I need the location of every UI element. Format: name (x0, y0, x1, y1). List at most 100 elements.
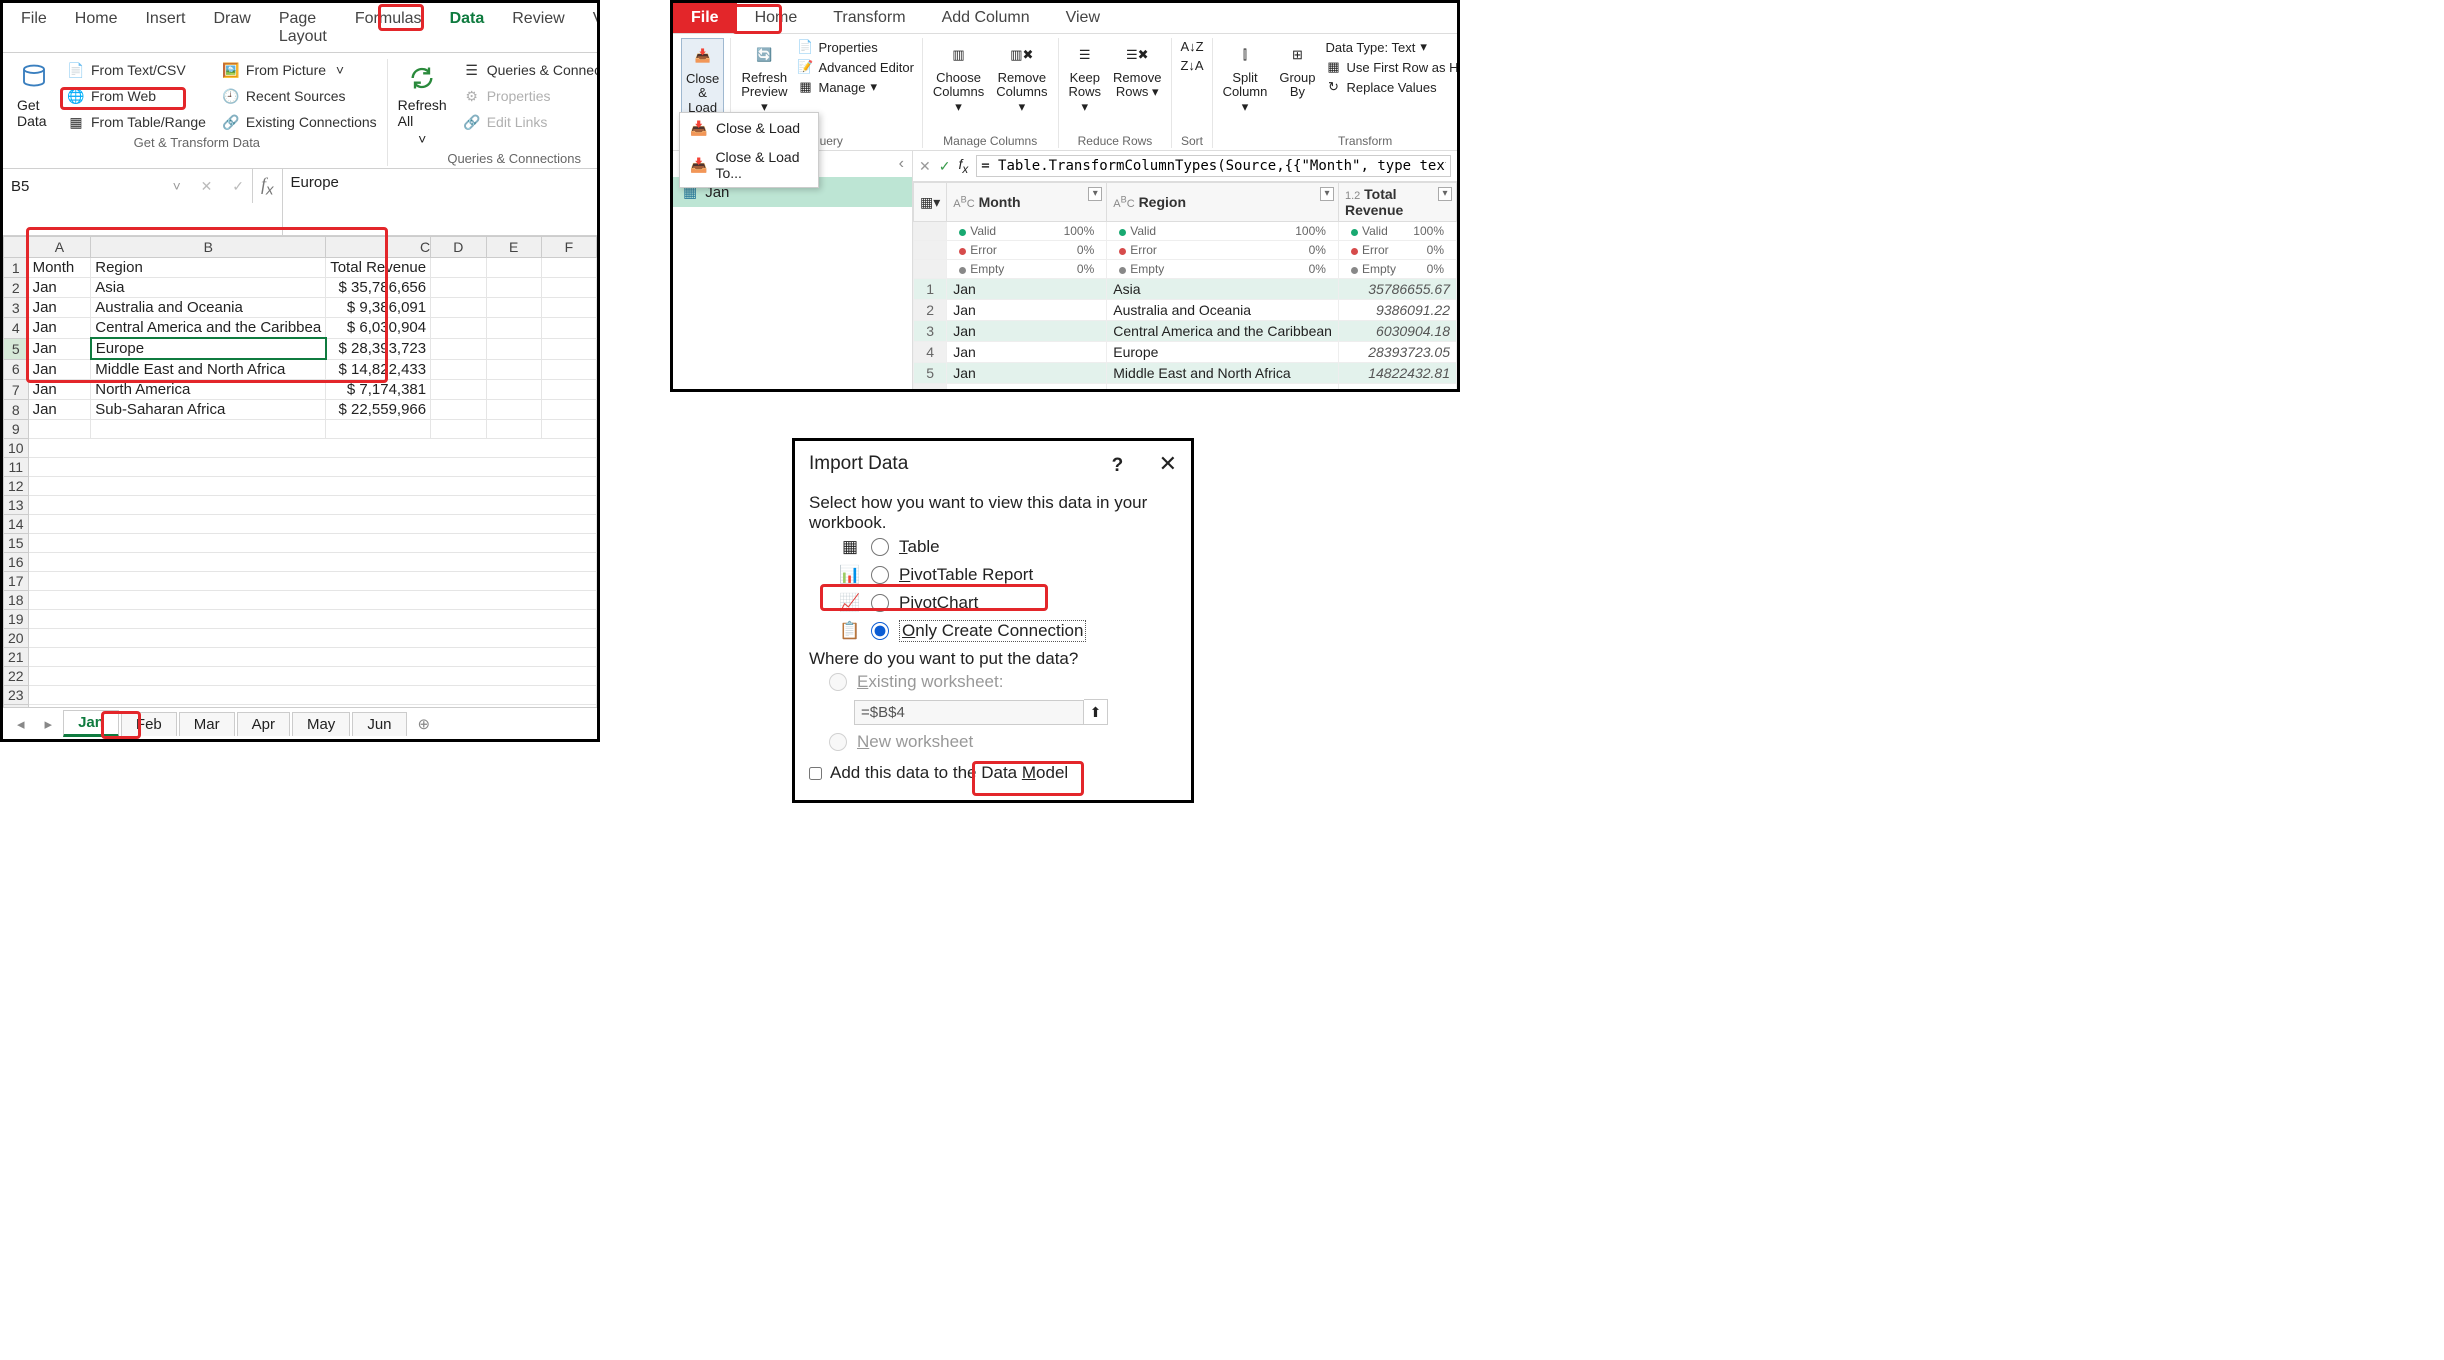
sheet-tab-mar[interactable]: Mar (179, 712, 235, 736)
checkbox-data-model[interactable] (809, 767, 822, 780)
radio-table-label[interactable]: Table (899, 537, 940, 557)
replace-values-button[interactable]: ↻Replace Values (1324, 78, 1461, 96)
advanced-editor-button[interactable]: 📝Advanced Editor (796, 58, 916, 76)
first-row-headers-button[interactable]: ▦Use First Row as Headers ▾ (1324, 58, 1461, 76)
data-type-button[interactable]: Data Type: Text ▾ (1324, 38, 1461, 56)
col-region[interactable]: ABC Region▾ (1107, 183, 1339, 222)
from-web-button[interactable]: 🌐From Web (63, 85, 210, 107)
sheet-tab-may[interactable]: May (292, 712, 350, 736)
manage-button[interactable]: ▦Manage ▾ (796, 78, 916, 96)
radio-table[interactable] (871, 538, 889, 556)
chevron-down-icon[interactable]: ▾ (1320, 187, 1334, 201)
tab-data[interactable]: Data (436, 6, 499, 52)
enter-icon[interactable]: ✓ (232, 178, 244, 195)
pq-tab-view[interactable]: View (1048, 3, 1118, 33)
choose-columns-button[interactable]: ▥ChooseColumns ▾ (929, 38, 988, 116)
cell[interactable]: Total Revenue (326, 258, 431, 278)
tab-page-layout[interactable]: Page Layout (265, 6, 341, 52)
cell[interactable]: Month (28, 258, 91, 278)
tab-view[interactable]: View (579, 6, 600, 52)
pq-tab-transform[interactable]: Transform (815, 3, 923, 33)
tab-draw[interactable]: Draw (199, 6, 264, 52)
fx-icon[interactable]: fx (253, 169, 282, 204)
pivot-icon: 📊 (839, 564, 861, 586)
pq-tab-add-column[interactable]: Add Column (924, 3, 1048, 33)
close-load-menu-item[interactable]: 📥Close & Load (680, 113, 818, 143)
existing-connections-button[interactable]: 🔗Existing Connections (218, 111, 381, 133)
radio-only-connection[interactable] (871, 622, 889, 640)
recent-sources-button[interactable]: 🕘Recent Sources (218, 85, 381, 107)
radio-pivot-label[interactable]: PivotTable Report (899, 565, 1033, 585)
help-icon[interactable]: ? (1112, 455, 1124, 476)
file-icon: 📄 (67, 61, 85, 79)
sheet-tab-apr[interactable]: Apr (237, 712, 290, 736)
pq-tab-home[interactable]: Home (737, 3, 816, 33)
from-picture-button[interactable]: 🖼️From Picture ˅ (218, 59, 381, 81)
cell[interactable] (486, 258, 541, 278)
col-month[interactable]: ABC Month▾ (947, 183, 1107, 222)
group-get-transform: Get & Transform Data (134, 135, 260, 150)
chevron-down-icon[interactable]: ▾ (1438, 187, 1452, 201)
sheet-nav-prev[interactable]: ◂ (7, 713, 35, 735)
from-table-range-button[interactable]: ▦From Table/Range (63, 111, 210, 133)
cancel-icon[interactable]: ✕ (201, 178, 213, 195)
tab-file[interactable]: File (7, 6, 61, 52)
sheet-nav-next[interactable]: ▸ (35, 713, 63, 735)
sheet-tab-jan[interactable]: Jan (63, 710, 119, 737)
sheet-tab-feb[interactable]: Feb (121, 712, 177, 736)
radio-only-connection-label[interactable]: Only Create Connection (899, 620, 1086, 642)
col-header-f[interactable]: F (541, 237, 596, 258)
tab-insert[interactable]: Insert (131, 6, 199, 52)
queries-connections-button[interactable]: ☰Queries & Connections (459, 59, 600, 81)
remove-rows-button[interactable]: ☰✖RemoveRows ▾ (1109, 38, 1165, 102)
radio-pivotchart-label[interactable]: PivotChart (899, 593, 978, 613)
pq-properties-button[interactable]: 📄Properties (796, 38, 916, 56)
keep-rows-button[interactable]: ☰KeepRows ▾ (1065, 38, 1106, 116)
cell[interactable]: Region (91, 258, 326, 278)
col-header-e[interactable]: E (486, 237, 541, 258)
tab-home[interactable]: Home (61, 6, 132, 52)
col-header-d[interactable]: D (431, 237, 486, 258)
name-box[interactable]: B5 ˅ ✕ ✓ (3, 169, 253, 203)
choose-columns-icon: ▥ (944, 40, 974, 70)
chevron-down-icon[interactable]: ▾ (1088, 187, 1102, 201)
col-total-revenue[interactable]: 1.2 Total Revenue▾ (1338, 183, 1456, 222)
table-icon: ▦ (67, 113, 85, 131)
radio-pivot[interactable] (871, 566, 889, 584)
properties-button: ⚙Properties (459, 85, 600, 107)
tab-review[interactable]: Review (498, 6, 578, 52)
radio-pivotchart[interactable] (871, 594, 889, 612)
group-by-button[interactable]: ⊞GroupBy (1275, 38, 1319, 102)
formula-input[interactable]: Europe (282, 169, 597, 235)
close-icon[interactable]: ✕ (1159, 451, 1177, 476)
enter-icon[interactable]: ✓ (939, 158, 951, 175)
col-header-b[interactable]: B (91, 237, 326, 258)
cell[interactable] (431, 258, 486, 278)
row-header[interactable]: 1 (4, 258, 29, 278)
refresh-preview-button[interactable]: 🔄RefreshPreview ▾ (737, 38, 791, 116)
checkbox-data-model-label[interactable]: Add this data to the Data Model (830, 763, 1068, 783)
col-header-a[interactable]: A (28, 237, 91, 258)
from-text-csv-button[interactable]: 📄From Text/CSV (63, 59, 210, 81)
sheet-tab-jun[interactable]: Jun (352, 712, 406, 736)
cell[interactable] (541, 258, 596, 278)
col-header-c[interactable]: C (326, 237, 431, 258)
sort-asc-button[interactable]: A↓Z (1178, 38, 1205, 55)
close-load-to-menu-item[interactable]: 📥Close & Load To... (680, 143, 818, 187)
remove-columns-button[interactable]: ▥✖RemoveColumns ▾ (992, 38, 1051, 116)
split-column-button[interactable]: ⫿SplitColumn ▾ (1219, 38, 1272, 116)
link-icon: 🔗 (463, 113, 481, 131)
tab-formulas[interactable]: Formulas (341, 6, 436, 52)
chevron-down-icon[interactable]: ˅ (173, 178, 181, 195)
cancel-icon[interactable]: ✕ (919, 158, 931, 175)
refresh-all-button[interactable]: Refresh All ˅ (394, 59, 451, 149)
active-cell[interactable]: Europe (91, 338, 326, 359)
fx-icon[interactable]: fx (958, 156, 968, 176)
get-data-button[interactable]: Get Data (13, 59, 55, 131)
add-sheet-button[interactable]: ⊕ (408, 713, 441, 735)
sort-desc-button[interactable]: Z↓A (1178, 57, 1205, 74)
select-all-corner[interactable] (4, 237, 29, 258)
pq-formula-input[interactable] (976, 155, 1451, 177)
row-index-header[interactable]: ▦▾ (914, 183, 947, 222)
pq-tab-file[interactable]: File (673, 3, 737, 33)
